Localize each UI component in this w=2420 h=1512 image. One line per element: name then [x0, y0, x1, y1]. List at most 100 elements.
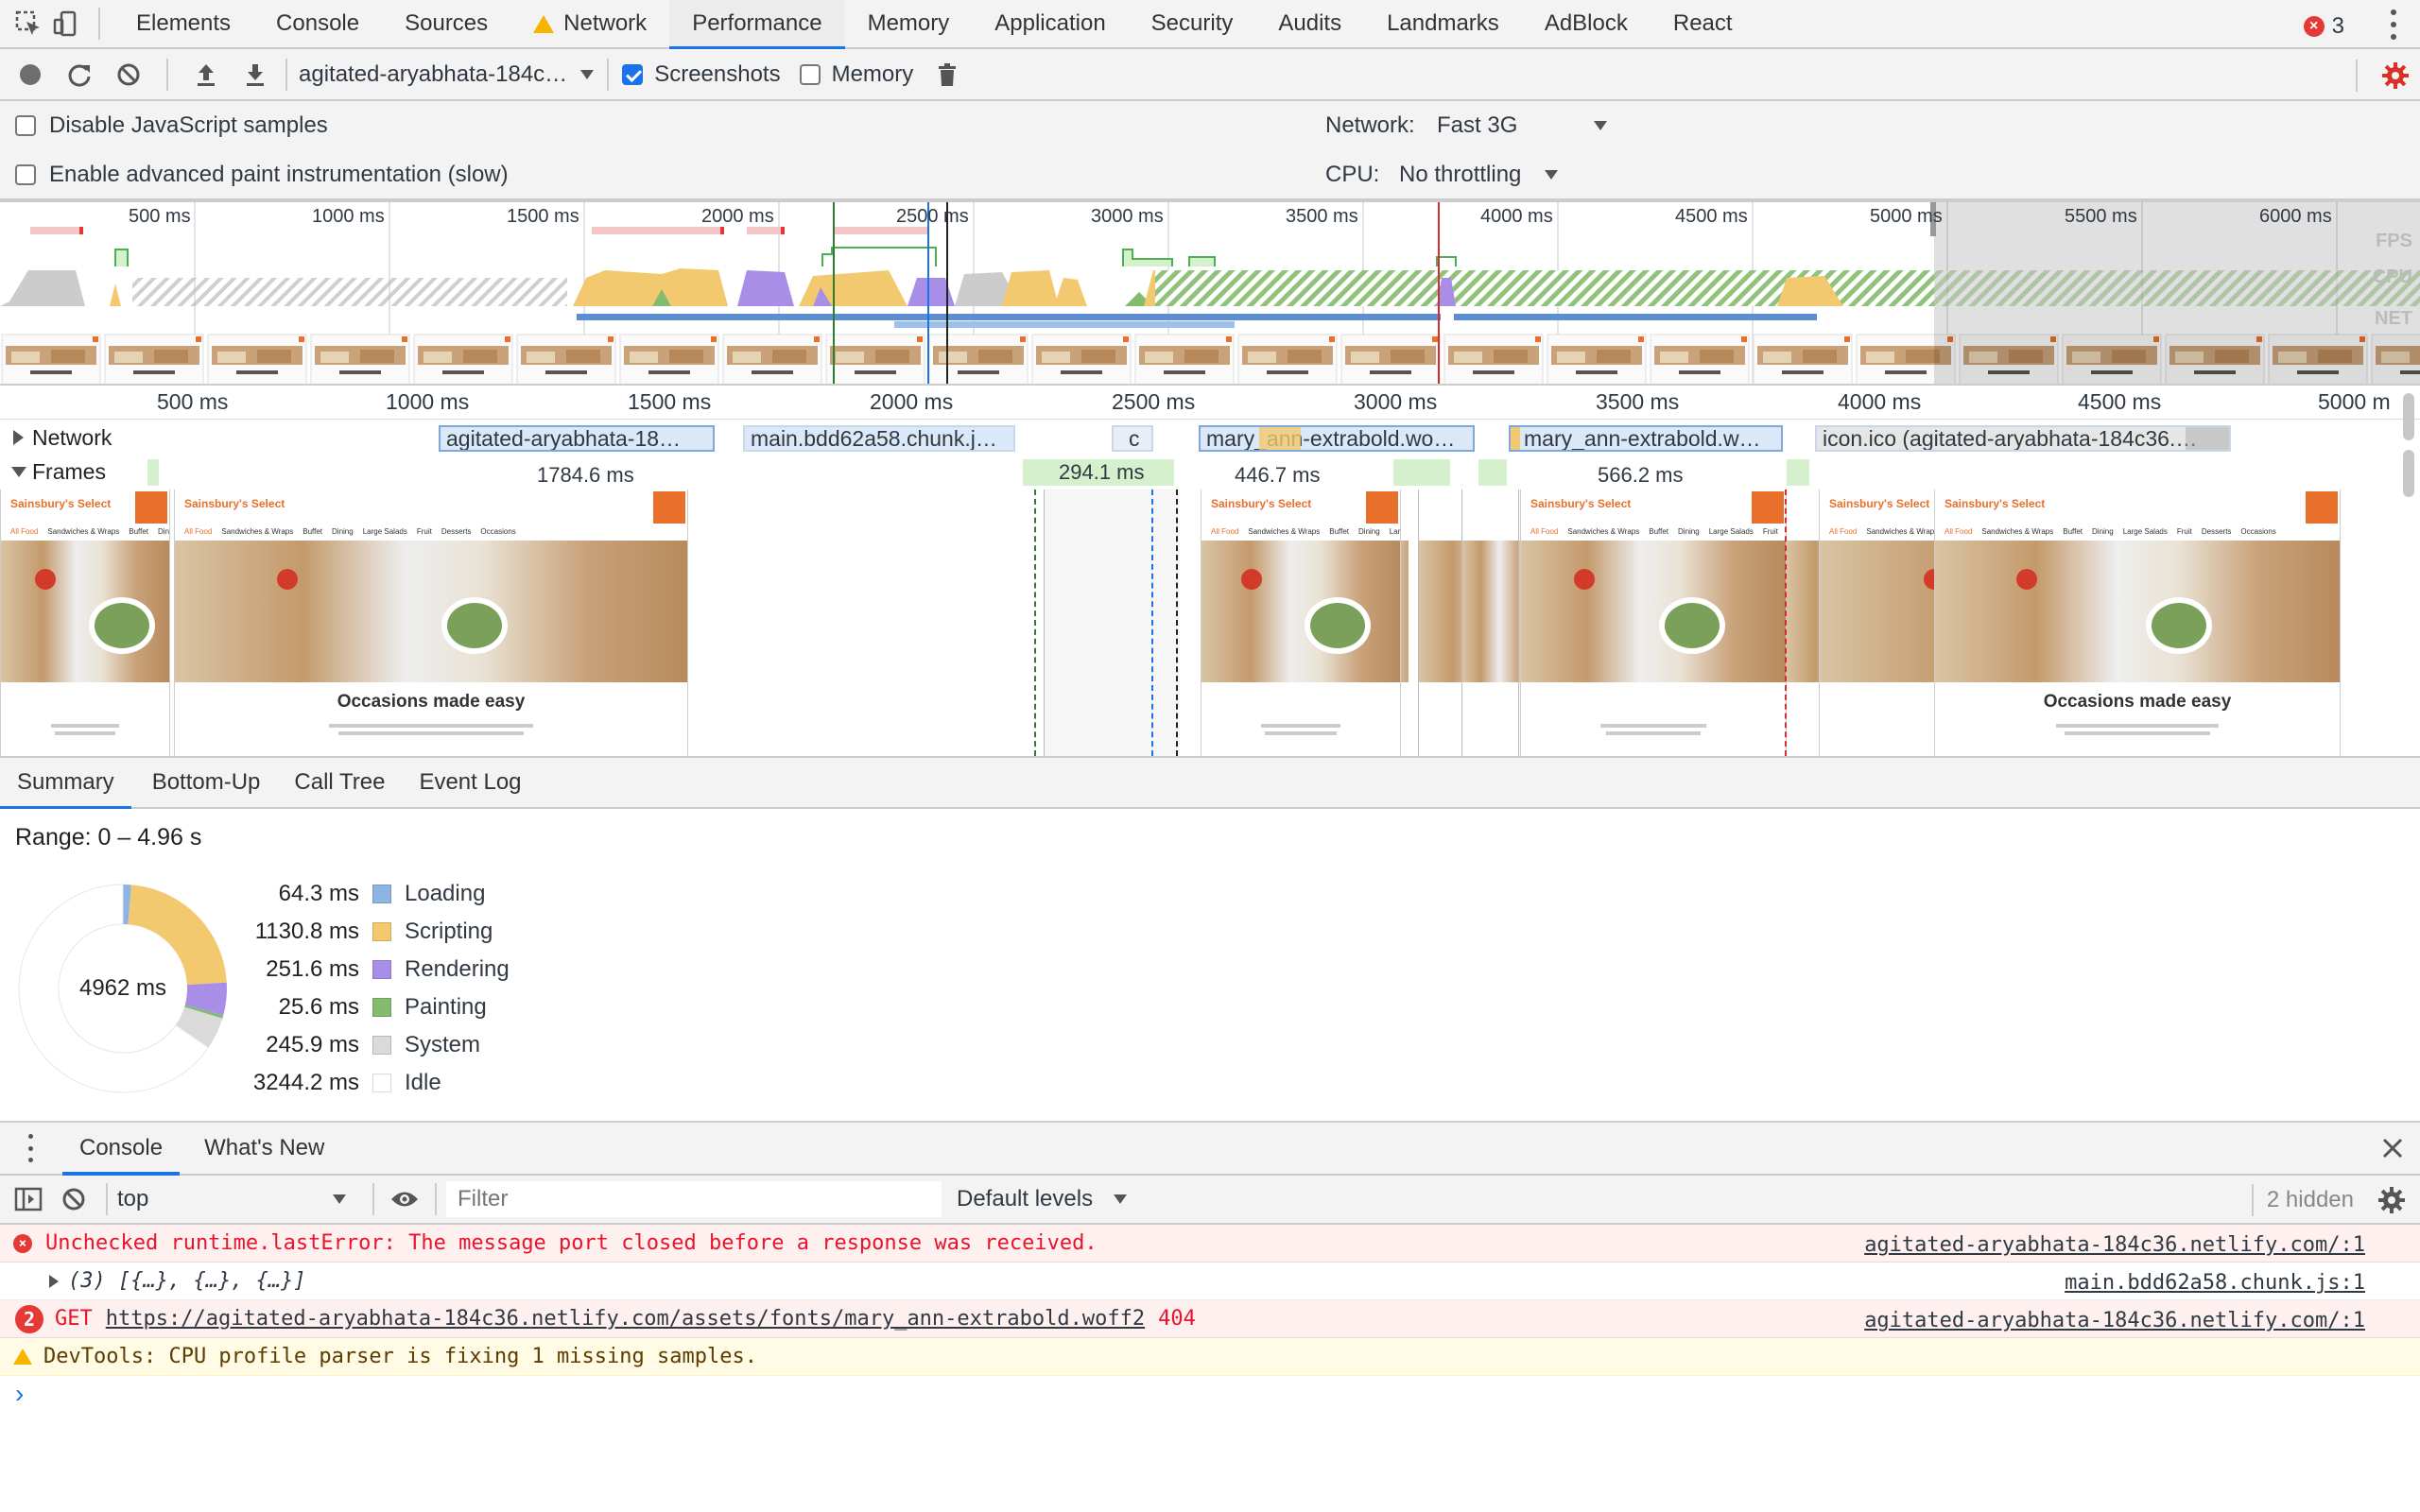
tab-application[interactable]: Application [972, 0, 1128, 48]
legend-swatch [372, 922, 391, 941]
error-counter[interactable]: × 3 [2303, 13, 2344, 40]
download-profile-icon[interactable] [231, 48, 280, 100]
legend-label: Rendering [405, 956, 510, 982]
console-error-message[interactable]: 2 GET https://agitated-aryabhata-184c36.… [0, 1300, 2420, 1338]
summary-panel: Range: 0 – 4.96 s 4962 ms 64.3 ms Loading… [0, 809, 2420, 1121]
sidebar-toggle-icon[interactable] [6, 1175, 51, 1224]
tab-network[interactable]: Network [510, 0, 669, 48]
request-url-link[interactable]: https://agitated-aryabhata-184c36.netlif… [106, 1307, 1145, 1331]
console-message-source[interactable]: agitated-aryabhata-184c36.netlify.com/:1 [1864, 1233, 2365, 1257]
screenshot-brand: Sainsbury's Select [10, 497, 112, 510]
network-request[interactable]: main.bdd62a58.chunk.j… [743, 425, 1015, 452]
screenshot-category: All Food [10, 527, 39, 536]
net-label: NET [2375, 308, 2412, 329]
tab-performance[interactable]: Performance [669, 0, 845, 50]
overview-screenshot-thumb [928, 334, 1028, 384]
ruler-tick: 5000 m [2318, 389, 2391, 414]
drawer-menu-icon[interactable] [21, 1134, 40, 1162]
console-message-source[interactable]: agitated-aryabhata-184c36.netlify.com/:1 [1864, 1309, 2365, 1332]
timeline-overview[interactable]: 500 ms 1000 ms 1500 ms 2000 ms 2500 ms 3… [0, 200, 2420, 386]
network-request[interactable]: icon.ico (agitated-aryabhata-184c36.… [1815, 425, 2231, 452]
frame-time: 1784.6 ms [537, 463, 634, 487]
console-error-message[interactable]: × Unchecked runtime.lastError: The messa… [0, 1225, 2420, 1263]
screenshot-category: Occasions [2240, 527, 2276, 536]
page-screenshot: Sainsbury's Select All Food Sandwiches & W… [1201, 490, 1401, 756]
legend-duration: 3244.2 ms [252, 1070, 359, 1095]
console-message-text: Unchecked runtime.lastError: The message… [45, 1231, 1098, 1255]
ruler-tick: 1000 ms [386, 389, 470, 414]
frame-block[interactable] [147, 459, 159, 486]
upload-profile-icon[interactable] [182, 48, 231, 100]
console-prompt[interactable]: › [0, 1376, 2420, 1414]
profile-select[interactable]: agitated-aryabhata-184c… [299, 61, 595, 88]
more-menu-icon[interactable] [2384, 9, 2403, 40]
console-message-source[interactable]: main.bdd62a58.chunk.js:1 [2065, 1271, 2365, 1295]
legend-label: Scripting [405, 919, 493, 944]
expand-arrow-icon[interactable] [13, 430, 24, 445]
tab-call-tree[interactable]: Call Tree [277, 757, 402, 808]
frames-track-label: Frames [32, 459, 106, 484]
tab-sources[interactable]: Sources [382, 0, 510, 48]
close-drawer-icon[interactable] [2378, 1134, 2407, 1162]
timeline-details[interactable]: 500 ms 1000 ms 1500 ms 2000 ms 2500 ms 3… [0, 386, 2420, 756]
tab-audits[interactable]: Audits [1255, 0, 1364, 48]
frame-block[interactable]: 294.1 ms [1023, 459, 1174, 486]
divider [166, 58, 168, 91]
flame-scrollbar[interactable] [2403, 393, 2416, 507]
network-track[interactable]: Network agitated-aryabhata-18… main.bdd6… [0, 420, 2382, 455]
device-toolbar-icon[interactable] [47, 0, 85, 48]
console-log-message[interactable]: (3) [{…}, {…}, {…}] main.bdd62a58.chunk.… [0, 1263, 2420, 1300]
log-levels-select[interactable]: Default levels [957, 1186, 1127, 1212]
network-request[interactable]: c [1112, 425, 1153, 452]
network-throttle-select[interactable]: Fast 3G [1437, 112, 1607, 139]
tab-summary[interactable]: Summary [0, 757, 131, 810]
network-request-label: main.bdd62a58.chunk.j… [751, 426, 997, 451]
expand-arrow-icon[interactable] [49, 1274, 59, 1288]
cpu-throttle-label: CPU: [1325, 161, 1380, 187]
screenshot-category: Buffet [1329, 527, 1350, 536]
trash-icon[interactable] [923, 48, 972, 100]
screenshot-category: All Food [1829, 527, 1858, 536]
advanced-paint-checkbox[interactable] [15, 163, 36, 185]
drawer-tab-whats-new[interactable]: What's New [187, 1123, 341, 1174]
tab-console[interactable]: Console [253, 0, 382, 48]
divider [285, 58, 287, 91]
screenshots-checkbox[interactable] [622, 63, 644, 85]
frames-track[interactable]: Frames 1784.6 ms 294.1 ms 446.7 ms 566.2… [0, 455, 2382, 490]
network-request[interactable]: mary_ann-extrabold.w… [1509, 425, 1783, 452]
tab-bottom-up[interactable]: Bottom-Up [135, 757, 278, 808]
tab-memory[interactable]: Memory [845, 0, 973, 48]
clear-icon[interactable] [104, 48, 153, 100]
console-warning-message[interactable]: DevTools: CPU profile parser is fixing 1… [0, 1338, 2420, 1376]
frame-block[interactable] [1393, 459, 1450, 486]
scrollbar-thumb[interactable] [2403, 393, 2414, 440]
tab-security[interactable]: Security [1129, 0, 1256, 48]
network-request[interactable]: agitated-aryabhata-18… [439, 425, 715, 452]
tab-landmarks[interactable]: Landmarks [1364, 0, 1522, 48]
tab-adblock[interactable]: AdBlock [1522, 0, 1651, 48]
tab-elements[interactable]: Elements [113, 0, 253, 48]
console-filter-input[interactable] [446, 1181, 942, 1217]
console-settings-gear-icon[interactable] [2377, 1185, 2407, 1215]
cpu-throttle-select[interactable]: No throttling [1399, 162, 1558, 188]
frame-block[interactable] [1478, 459, 1507, 486]
error-icon: × [2303, 16, 2325, 37]
disable-js-samples-checkbox[interactable] [15, 115, 36, 136]
clear-console-icon[interactable] [51, 1175, 96, 1224]
frame-block[interactable] [1787, 459, 1809, 486]
error-count: 3 [2331, 13, 2344, 39]
memory-checkbox[interactable] [799, 63, 821, 85]
tab-event-log[interactable]: Event Log [402, 757, 538, 808]
record-icon[interactable] [6, 48, 55, 100]
reload-icon[interactable] [55, 48, 104, 100]
drawer-tab-console[interactable]: Console [62, 1123, 181, 1176]
network-request[interactable]: mary_ann-extrabold.wo… [1199, 425, 1475, 452]
scrollbar-thumb[interactable] [2403, 450, 2414, 497]
capture-settings-gear-icon[interactable] [2371, 49, 2420, 101]
network-track-label: Network [32, 425, 112, 450]
collapse-arrow-icon[interactable] [11, 467, 26, 477]
live-expression-eye-icon[interactable] [384, 1175, 425, 1224]
context-select[interactable]: top [117, 1186, 363, 1212]
inspect-element-icon[interactable] [9, 0, 47, 48]
tab-react[interactable]: React [1651, 0, 1755, 48]
